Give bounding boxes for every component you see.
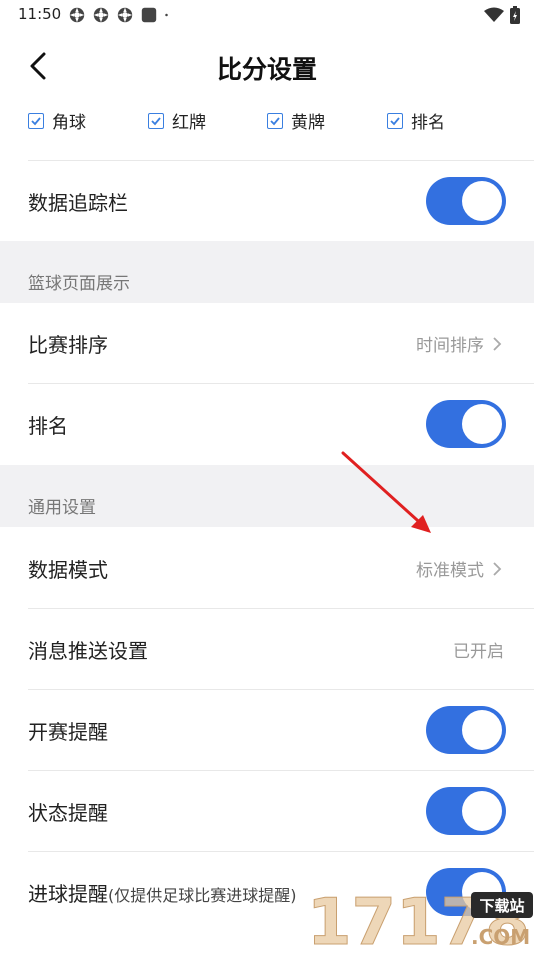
checkbox-checked-icon [148,112,164,129]
page-title: 比分设置 [216,55,317,84]
toggle-knob [462,791,502,831]
checkbox-label: 黄牌 [291,113,325,133]
row-value: 时间排序 [416,331,502,356]
app-notification-icon [117,7,133,23]
status-reminder-row: 状态提醒 [0,771,534,851]
toggle-knob [462,710,502,750]
row-label: 比赛排序 [28,333,108,357]
app-notification-icon [69,7,85,23]
system-icons [484,6,520,24]
push-settings-value: 已开启 [453,642,504,662]
checkbox-label: 红牌 [172,113,206,133]
section-title: 通用设置 [28,498,96,518]
watermark-domain: .COM [471,925,530,949]
row-label: 消息推送设置 [28,639,148,663]
battery-icon [510,6,520,24]
stats-checkbox-row: 角球 红牌 黄牌 排名 [0,108,534,138]
start-reminder-row: 开赛提醒 [0,690,534,770]
ranking-toggle[interactable] [426,400,506,448]
checkbox-checked-icon [267,112,283,129]
status-bar: 11:50 [0,0,534,30]
chevron-right-icon [493,336,502,351]
notification-icons [68,6,174,24]
data-tracker-row: 数据追踪栏 [0,161,534,241]
dot-icon [165,13,168,17]
toggle-knob [462,404,502,444]
status-reminder-toggle[interactable] [426,787,506,835]
start-reminder-toggle[interactable] [426,706,506,754]
checkbox-red-card[interactable]: 红牌 [148,108,206,133]
header: 比分设置 [0,36,534,96]
goal-reminder-note: (仅提供足球比赛进球提醒) [108,886,297,905]
status-time: 11:50 [18,5,62,23]
checkbox-yellow-card[interactable]: 黄牌 [267,108,325,133]
goal-reminder-label: 进球提醒 [28,882,108,906]
watermark-logo-icon: 17178 下载站 .COM [307,886,533,954]
row-label: 数据模式 [28,558,108,582]
toggle-knob [462,181,502,221]
watermark-badge: 下载站 [479,897,524,915]
data-tracker-toggle[interactable] [426,177,506,225]
basketball-section-header: 篮球页面展示 [0,241,534,303]
row-value: 标准模式 [416,556,502,581]
checkbox-corner[interactable]: 角球 [28,108,86,133]
data-mode-value: 标准模式 [416,561,484,581]
match-sort-row[interactable]: 比赛排序 时间排序 [0,303,534,383]
square-notification-icon [141,7,157,23]
app-notification-icon [93,7,109,23]
ranking-row: 排名 [0,384,534,464]
general-section-header: 通用设置 [0,465,534,527]
checkbox-label: 排名 [411,113,445,133]
match-sort-value: 时间排序 [416,336,484,356]
push-settings-row[interactable]: 消息推送设置 已开启 [0,609,534,689]
checkbox-label: 角球 [52,113,86,133]
checkbox-ranking[interactable]: 排名 [387,108,445,133]
section-title: 篮球页面展示 [28,274,130,294]
watermark: 17178 下载站 .COM [305,878,534,954]
data-mode-row[interactable]: 数据模式 标准模式 [0,528,534,608]
checkbox-checked-icon [387,112,403,129]
checkbox-checked-icon [28,112,44,129]
chevron-right-icon [493,561,502,576]
wifi-icon [484,7,504,22]
row-label: 开赛提醒 [28,720,108,744]
row-label: 数据追踪栏 [28,191,128,215]
row-label: 排名 [28,414,68,438]
row-label: 进球提醒(仅提供足球比赛进球提醒) [28,878,297,907]
row-label: 状态提醒 [28,801,108,825]
